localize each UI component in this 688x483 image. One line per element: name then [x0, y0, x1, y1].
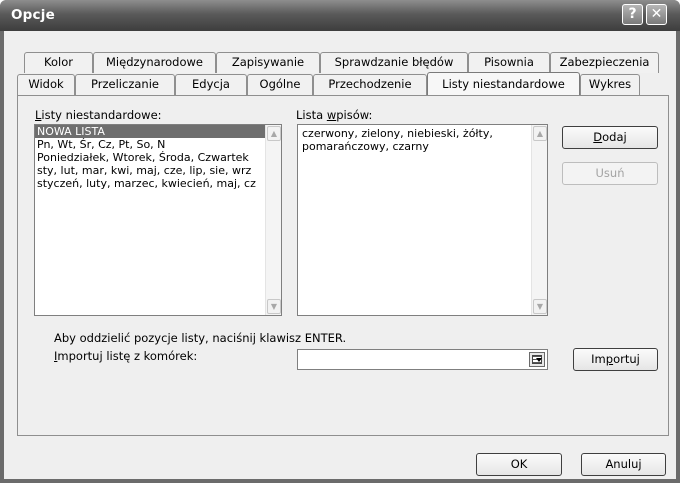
- import-button[interactable]: Importuj: [573, 348, 658, 371]
- list-item[interactable]: styczeń, luty, marzec, kwiecień, maj, cz: [35, 177, 281, 190]
- custom-lists-scrollbar[interactable]: ▲ ▼: [265, 125, 281, 315]
- remove-button[interactable]: Usuń: [562, 162, 658, 185]
- tab-sprawdzanie-bledow[interactable]: Sprawdzanie błędów: [320, 52, 468, 73]
- help-icon: ?: [628, 6, 637, 22]
- close-icon: ✕: [650, 6, 663, 22]
- close-button[interactable]: ✕: [646, 4, 667, 25]
- tab-zapisywanie[interactable]: Zapisywanie: [216, 52, 320, 73]
- help-button[interactable]: ?: [622, 4, 643, 25]
- tab-panel-custom-lists: Listy niestandardowe: NOWA LISTA Pn, Wt,…: [17, 95, 669, 436]
- scroll-down-arrow-icon[interactable]: ▼: [533, 299, 547, 314]
- add-button[interactable]: Dodaj: [562, 126, 658, 149]
- range-picker-icon[interactable]: [529, 352, 545, 367]
- list-item[interactable]: NOWA LISTA: [35, 125, 281, 138]
- scroll-down-arrow-icon[interactable]: ▼: [267, 299, 281, 314]
- list-item[interactable]: Pn, Wt, Śr, Cz, Pt, So, N: [35, 138, 281, 151]
- ok-button[interactable]: OK: [476, 453, 562, 476]
- list-item[interactable]: Poniedziałek, Wtorek, Środa, Czwartek: [35, 151, 281, 164]
- scroll-up-arrow-icon[interactable]: ▲: [533, 126, 547, 141]
- options-dialog: Opcje ? ✕ Kolor Międzynarodowe Zapisywan…: [0, 0, 680, 483]
- hint-text: Aby oddzielić pozycje listy, naciśnij kl…: [54, 331, 347, 345]
- tab-kolor[interactable]: Kolor: [24, 52, 93, 73]
- tab-listy-niestandardowe[interactable]: Listy niestandardowe: [427, 72, 580, 95]
- tab-ogolne[interactable]: Ogólne: [247, 74, 313, 95]
- title-bar[interactable]: Opcje ? ✕: [0, 0, 680, 31]
- list-entries-label: Lista wpisów:: [296, 108, 373, 122]
- custom-lists-label: Listy niestandardowe:: [35, 108, 162, 122]
- tab-przechodzenie[interactable]: Przechodzenie: [313, 74, 427, 95]
- import-from-label: Importuj listę z komórek:: [54, 349, 198, 363]
- tab-zabezpieczenia[interactable]: Zabezpieczenia: [550, 52, 659, 73]
- tab-pisownia[interactable]: Pisownia: [468, 52, 550, 73]
- list-entries-text[interactable]: czerwony, zielony, niebieski, żółty, pom…: [298, 125, 547, 155]
- list-entries-scrollbar[interactable]: ▲ ▼: [531, 125, 547, 315]
- list-entries-textarea[interactable]: czerwony, zielony, niebieski, żółty, pom…: [297, 124, 548, 316]
- custom-lists-listbox[interactable]: NOWA LISTA Pn, Wt, Śr, Cz, Pt, So, N Pon…: [34, 124, 282, 316]
- tab-wykres[interactable]: Wykres: [580, 74, 640, 95]
- tab-edycja[interactable]: Edycja: [175, 74, 247, 95]
- dialog-client-area: Kolor Międzynarodowe Zapisywanie Sprawdz…: [4, 31, 676, 479]
- scroll-up-arrow-icon[interactable]: ▲: [267, 126, 281, 141]
- list-item[interactable]: sty, lut, mar, kwi, maj, cze, lip, sie, …: [35, 164, 281, 177]
- import-range-input[interactable]: [297, 349, 548, 370]
- dialog-title: Opcje: [11, 7, 55, 23]
- tab-miedzynarodowe[interactable]: Międzynarodowe: [93, 52, 216, 73]
- tab-widok[interactable]: Widok: [17, 74, 75, 95]
- tab-przeliczanie[interactable]: Przeliczanie: [75, 74, 175, 95]
- cancel-button[interactable]: Anuluj: [581, 453, 666, 476]
